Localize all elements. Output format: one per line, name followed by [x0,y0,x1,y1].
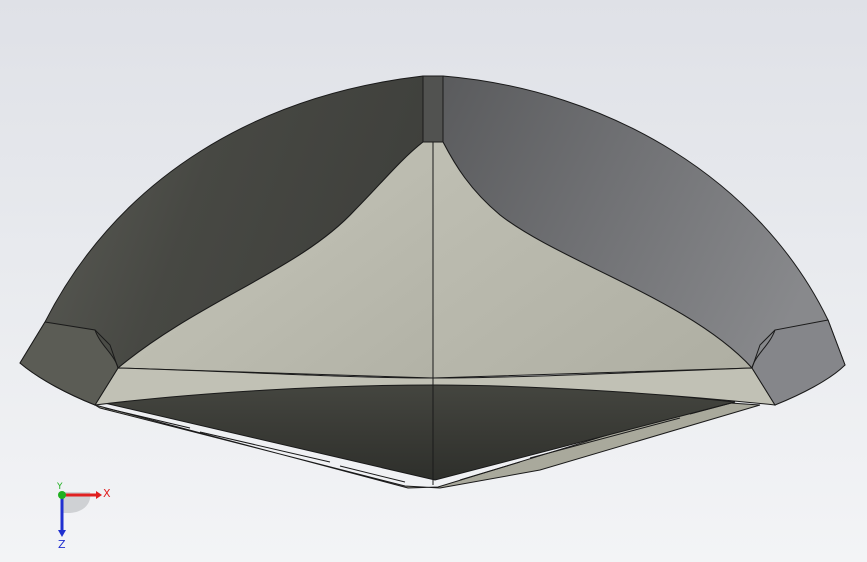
model-view[interactable] [0,0,867,562]
model-top-seam[interactable] [422,75,444,143]
triad-z-arrow [58,530,66,537]
triad-z-label: Z [58,538,66,550]
triad-y-label: Y [56,482,63,492]
graphics-viewport[interactable]: X Z Y [0,0,867,562]
triad-x-label: X [103,487,111,500]
triad-y-axis [58,491,66,499]
reference-triad: X Z Y [56,482,111,550]
triad-x-arrow [96,491,102,499]
